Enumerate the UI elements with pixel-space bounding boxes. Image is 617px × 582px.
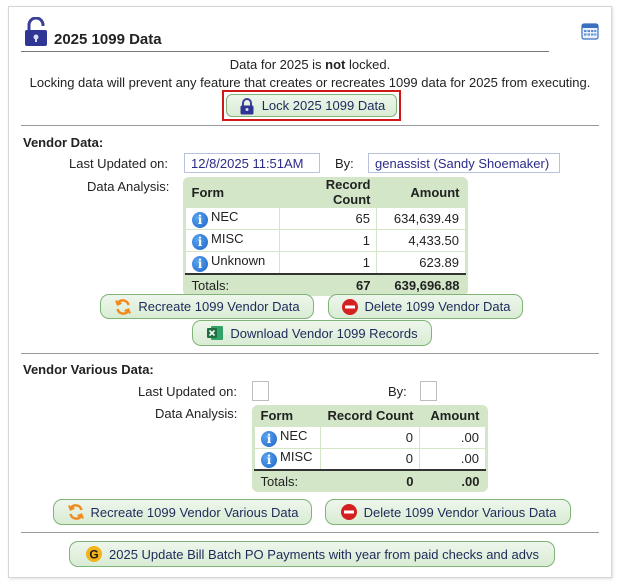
totals-label: Totals: (185, 272, 280, 296)
update-bill-batch-button[interactable]: G 2025 Update Bill Batch PO Payments wit… (69, 541, 555, 567)
column-header-form: Form (191, 184, 225, 200)
record-count-cell: 0 (320, 425, 420, 449)
svg-text:G: G (89, 547, 98, 561)
divider (21, 532, 599, 533)
lock-status-pre: Data for 2025 is (229, 57, 326, 72)
various-by-value (420, 381, 437, 401)
download-vendor-records-label: Download Vendor 1099 Records (230, 325, 418, 341)
lock-status-not: not (325, 57, 346, 72)
update-bill-batch-label: 2025 Update Bill Batch PO Payments with … (109, 546, 539, 562)
delete-vendor-data-button[interactable]: Delete 1099 Vendor Data (328, 294, 523, 319)
info-icon[interactable]: i (192, 234, 208, 250)
table-row: i NEC 65 634,639.49 (185, 207, 466, 230)
form-cell: i NEC (254, 425, 321, 449)
padlock-icon (240, 97, 254, 114)
delete-various-data-label: Delete 1099 Vendor Various Data (363, 504, 557, 520)
column-header-amount: Amount (430, 407, 480, 423)
divider (21, 125, 599, 126)
totals-count: 67 (279, 272, 377, 296)
recreate-various-data-label: Recreate 1099 Vendor Various Data (90, 504, 299, 520)
delete-icon (340, 504, 357, 520)
table-row: i MISC 1 4,433.50 (185, 229, 466, 252)
amount-cell: 4,433.50 (376, 229, 466, 252)
vendor-section-title: Vendor Data: (23, 135, 104, 150)
padlock-open-icon (25, 17, 47, 46)
form-cell: i MISC (185, 229, 280, 252)
record-count-cell: 0 (320, 447, 420, 471)
table-row: i MISC 0 .00 (254, 447, 486, 471)
amount-cell: 634,639.49 (376, 207, 466, 230)
various-last-updated-label: Last Updated on: (138, 384, 238, 399)
refresh-icon (67, 504, 84, 520)
vendor-last-updated-value: 12/8/2025 11:51AM (184, 153, 320, 173)
vendor-analysis-grid: Form Record Count Amount i NEC 65 634,639… (183, 177, 468, 296)
delete-icon (341, 298, 358, 315)
form-name: NEC (280, 427, 308, 443)
various-last-updated-value (252, 381, 269, 401)
calendar-icon[interactable] (581, 22, 599, 40)
totals-amount: 639,696.88 (376, 272, 466, 296)
recreate-vendor-data-button[interactable]: Recreate 1099 Vendor Data (100, 294, 314, 319)
form-cell: i MISC (254, 447, 321, 471)
lock-info-text: Locking data will prevent any feature th… (29, 75, 591, 90)
totals-label: Totals: (254, 469, 321, 492)
various-by-label: By: (388, 384, 407, 399)
download-vendor-records-button[interactable]: Download Vendor 1099 Records (192, 320, 432, 346)
table-row: i Unknown 1 623.89 (185, 251, 466, 274)
column-header-amount: Amount (410, 184, 460, 200)
recreate-vendor-data-label: Recreate 1099 Vendor Data (138, 299, 300, 314)
vendor-by-value: genassist (Sandy Shoemaker) (368, 153, 560, 173)
vendor-by-label: By: (335, 156, 354, 171)
column-header-form: Form (260, 407, 294, 423)
various-section-title: Vendor Various Data: (23, 362, 154, 377)
excel-icon (207, 326, 224, 340)
refresh-icon (115, 298, 132, 315)
table-row: i NEC 0 .00 (254, 425, 486, 449)
divider (21, 353, 599, 354)
form-name: Unknown (211, 252, 266, 268)
lock-data-button-label: Lock 2025 1099 Data (261, 98, 386, 113)
lock-button-highlight: Lock 2025 1099 Data (222, 90, 401, 121)
delete-various-data-button[interactable]: Delete 1099 Vendor Various Data (325, 499, 571, 525)
delete-vendor-data-label: Delete 1099 Vendor Data (364, 299, 511, 314)
record-count-cell: 1 (279, 229, 377, 252)
column-header-record-count: Record Count (327, 407, 414, 423)
page-title: 2025 1099 Data (54, 31, 162, 48)
totals-count: 0 (320, 469, 420, 492)
totals-row: Totals: 0 .00 (254, 469, 486, 492)
1099-data-panel: 2025 1099 Data Data for 2025 is not lock… (8, 6, 612, 578)
form-name: NEC (211, 209, 239, 224)
form-cell: i Unknown (185, 251, 280, 274)
lock-status-post: locked. (345, 57, 391, 72)
info-icon[interactable]: i (192, 212, 208, 228)
lock-status-text: Data for 2025 is not locked. (9, 57, 611, 72)
amount-cell: .00 (419, 425, 486, 449)
form-cell: i NEC (185, 207, 280, 230)
info-icon[interactable]: i (261, 452, 277, 469)
vendor-last-updated-label: Last Updated on: (69, 156, 169, 171)
lock-data-button[interactable]: Lock 2025 1099 Data (226, 94, 397, 117)
g-logo-icon: G (86, 546, 103, 562)
form-name: MISC (211, 231, 244, 246)
title-divider (21, 51, 549, 52)
various-analysis-grid: Form Record Count Amount i NEC 0 .00 i MIS… (252, 405, 488, 492)
column-header-record-count: Record Count (325, 177, 371, 207)
vendor-analysis-label: Data Analysis: (87, 179, 170, 194)
record-count-cell: 1 (279, 251, 377, 274)
recreate-various-data-button[interactable]: Recreate 1099 Vendor Various Data (53, 499, 312, 525)
info-icon[interactable]: i (192, 255, 208, 272)
title-bar: 2025 1099 Data (9, 7, 611, 53)
various-analysis-label: Data Analysis: (155, 406, 238, 421)
form-name: MISC (280, 449, 313, 465)
record-count-cell: 65 (279, 207, 377, 230)
totals-row: Totals: 67 639,696.88 (185, 272, 466, 296)
amount-cell: 623.89 (376, 251, 466, 274)
totals-amount: .00 (419, 469, 486, 492)
amount-cell: .00 (419, 447, 486, 471)
info-icon[interactable]: i (261, 430, 277, 447)
